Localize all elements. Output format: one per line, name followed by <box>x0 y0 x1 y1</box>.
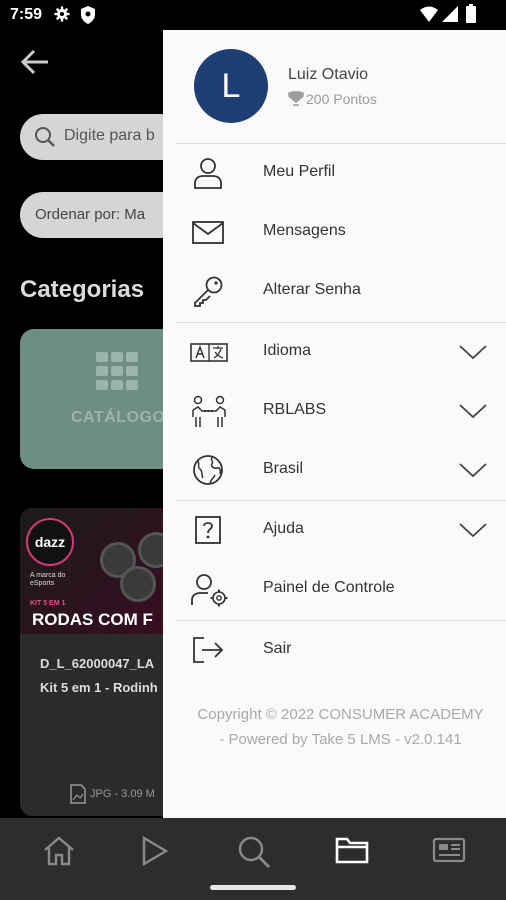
trophy-icon <box>288 91 304 106</box>
mail-icon <box>190 216 226 248</box>
divider <box>175 500 506 501</box>
menu-item-mensagens[interactable]: Mensagens <box>163 204 506 260</box>
chevron-down-icon[interactable] <box>459 403 487 424</box>
chevron-down-icon[interactable] <box>459 344 487 365</box>
menu-label: Sair <box>263 640 292 657</box>
menu-label: Brasil <box>263 460 304 477</box>
order-label: Ordenar por: Ma <box>35 206 146 223</box>
grid-icon <box>96 352 138 390</box>
menu-item-meu-perfil[interactable]: Meu Perfil <box>163 145 506 201</box>
search-icon[interactable] <box>237 835 271 874</box>
menu-label: Meu Perfil <box>263 163 336 180</box>
avatar[interactable]: L <box>194 49 268 123</box>
brand-tagline: A marca do eSports <box>30 572 66 587</box>
menu-label: RBLABS <box>263 401 327 418</box>
divider <box>175 620 506 621</box>
signal-icon <box>442 6 458 27</box>
user-icon <box>190 157 226 189</box>
chevron-down-icon[interactable] <box>459 462 487 483</box>
menu-label: Idioma <box>263 342 312 359</box>
menu-item-idioma[interactable]: Idioma <box>163 324 506 380</box>
status-time: 7:59 <box>10 6 43 23</box>
file-image-icon <box>70 784 86 809</box>
menu-item-ajuda[interactable]: Ajuda <box>163 502 506 558</box>
wifi-icon <box>420 6 438 27</box>
search-icon <box>35 127 55 147</box>
logout-icon <box>190 634 226 666</box>
play-icon[interactable] <box>141 835 169 872</box>
user-name: Luiz Otavio <box>288 66 369 83</box>
wheel-image <box>120 566 156 602</box>
menu-item-alterar-senha[interactable]: Alterar Senha <box>163 263 506 319</box>
help-icon <box>190 514 226 546</box>
battery-icon <box>466 4 476 28</box>
search-placeholder: Digite para b <box>64 127 155 144</box>
home-icon[interactable] <box>42 835 76 872</box>
categories-title: Categorias <box>20 276 145 303</box>
translate-icon <box>190 336 228 368</box>
folder-icon[interactable] <box>335 835 369 870</box>
menu-label: Mensagens <box>263 222 346 239</box>
menu-item-sair[interactable]: Sair <box>163 622 506 678</box>
back-arrow-icon[interactable] <box>20 48 50 81</box>
menu-label: Alterar Senha <box>263 281 361 298</box>
menu-label: Ajuda <box>263 520 304 537</box>
menu-item-rblabs[interactable]: RBLABS <box>163 383 506 439</box>
copyright-line2: - Powered by Take 5 LMS - v2.0.141 <box>219 731 462 748</box>
status-bar: 7:59 <box>0 0 506 30</box>
copyright-line1: Copyright © 2022 CONSUMER ACADEMY <box>197 706 484 723</box>
copyright-text: Copyright © 2022 CONSUMER ACADEMY - Powe… <box>163 702 506 752</box>
user-points-text: 200 Pontos <box>306 91 377 107</box>
card-title-line1: D_L_62000047_LA <box>40 656 155 671</box>
shield-status-icon <box>80 6 96 29</box>
menu-item-painel-de-controle[interactable]: Painel de Controle <box>163 561 506 617</box>
navigation-drawer: L Luiz Otavio 200 Pontos Meu Perfil Mens… <box>163 30 506 818</box>
menu-label: Painel de Controle <box>263 579 395 596</box>
globe-icon <box>190 454 226 486</box>
card-title-line2: Kit 5 em 1 - Rodinh <box>40 680 158 695</box>
chevron-down-icon[interactable] <box>459 522 487 543</box>
user-settings-icon <box>190 573 228 607</box>
banner-title: RODAS COM F <box>32 610 153 629</box>
catalog-label: CATÁLOGO <box>71 409 166 426</box>
kit-tag: KIT 5 EM 1 <box>30 600 66 607</box>
rblabs-icon <box>190 395 226 427</box>
home-indicator[interactable] <box>210 885 296 890</box>
news-icon[interactable] <box>432 835 466 870</box>
brand-logo: dazz <box>26 518 74 566</box>
divider <box>175 143 506 144</box>
settings-status-icon <box>54 6 70 27</box>
file-info: JPG - 3.09 M <box>90 788 155 800</box>
menu-item-brasil[interactable]: Brasil <box>163 442 506 498</box>
user-points: 200 Pontos <box>288 91 377 107</box>
app-screen: 7:59 Digite para b Ordenar por: Ma Categ… <box>0 0 506 900</box>
divider <box>175 322 506 323</box>
key-icon <box>190 275 226 307</box>
